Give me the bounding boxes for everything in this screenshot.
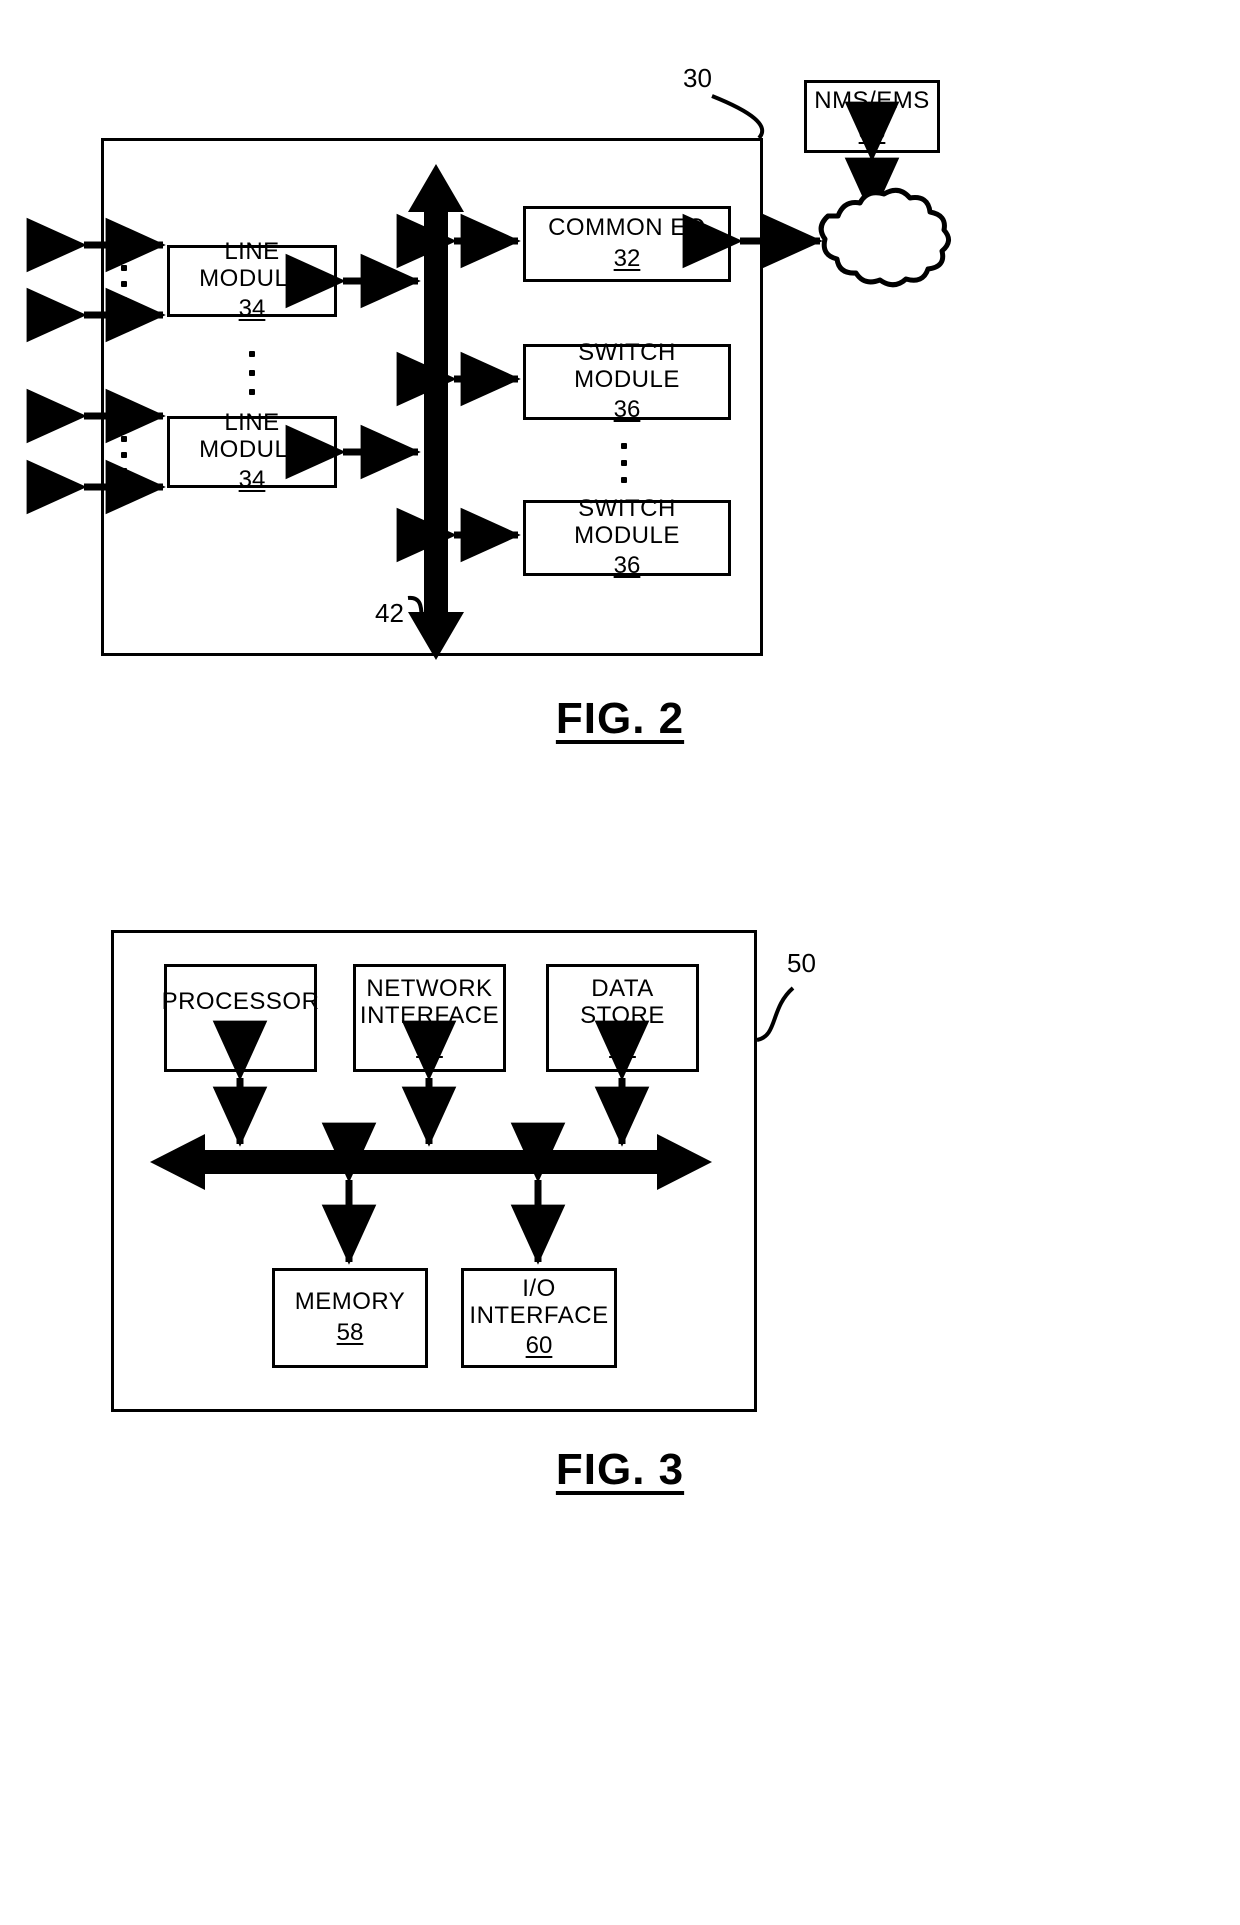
fig3-io-interface-label: I/O INTERFACE — [469, 1274, 609, 1329]
fig2-line-module-1: LINE MODULE 34 — [167, 238, 337, 322]
fig3-memory-num: 58 — [336, 1319, 364, 1346]
fig2-switch-module-2: SWITCH MODULE 36 — [523, 495, 731, 579]
fig3-data-store: DATA STORE 56 — [546, 964, 699, 1072]
fig2-ellipsis-line-ports-2 — [120, 436, 127, 474]
fig2-ellipsis-between-line-modules — [248, 351, 256, 395]
fig2-line-module-1-num: 34 — [238, 295, 266, 323]
fig2-common-eq-label: COMMON EQ — [548, 214, 706, 242]
fig3-processor-num: 50 — [227, 1019, 254, 1046]
fig2-switch-module-2-label: SWITCH MODULE — [574, 494, 680, 549]
fig2-ref-30: 30 — [683, 63, 712, 93]
fig3-network-interface: NETWORK INTERFACE 54 — [353, 964, 506, 1072]
fig3-memory: MEMORY 58 — [272, 1268, 428, 1368]
fig2-caption: FIG. 2 — [555, 694, 685, 743]
fig3-caption: FIG. 3 — [555, 1445, 685, 1494]
fig3-network-interface-num: 54 — [416, 1032, 443, 1060]
fig3-ref-50: 50 — [787, 948, 816, 978]
fig2-ellipsis-line-ports-1 — [120, 265, 127, 303]
fig3-processor: PROCESSOR 50 — [161, 964, 320, 1072]
figure-2: 30 42 LINE MODULE 34 LINE MODULE 34 COMM… — [0, 0, 1240, 800]
fig3-io-interface-num: 60 — [525, 1332, 553, 1360]
fig3-leader-50 — [756, 986, 795, 1042]
fig2-line-module-1-label: LINE MODULE — [199, 237, 305, 292]
fig2-switch-module-2-num: 36 — [613, 552, 641, 580]
fig3-data-store-num: 56 — [609, 1032, 636, 1060]
figure-3: 50 PROCESSOR 50 NETWORK INTERFACE 54 DAT… — [0, 900, 1240, 1600]
fig2-switch-module-1-label: SWITCH MODULE — [574, 338, 680, 393]
fig2-leader-30 — [711, 94, 765, 140]
fig2-ref-42: 42 — [375, 598, 404, 628]
fig3-io-interface: I/O INTERFACE 60 — [461, 1268, 617, 1368]
fig2-switch-module-1-num: 36 — [613, 396, 641, 424]
fig3-memory-label: MEMORY — [294, 1288, 406, 1316]
fig2-line-module-2-label: LINE MODULE — [199, 408, 305, 463]
fig2-nms-ems-num: 38 — [858, 117, 886, 145]
fig2-nms-ems: NMS/EMS 38 — [804, 80, 940, 153]
fig2-common-eq: COMMON EQ 32 — [523, 206, 731, 282]
fig2-common-eq-num: 32 — [613, 245, 641, 272]
fig2-line-module-2-num: 34 — [238, 466, 266, 494]
fig3-data-store-label: DATA STORE — [580, 974, 665, 1029]
fig2-ellipsis-between-switch-modules — [620, 443, 628, 483]
fig2-cloud-label: 40 — [861, 226, 889, 254]
fig3-processor-label: PROCESSOR — [161, 988, 320, 1016]
fig2-switch-module-1: SWITCH MODULE 36 — [523, 339, 731, 423]
fig2-nms-ems-label: NMS/EMS — [814, 86, 930, 114]
fig2-line-module-2: LINE MODULE 34 — [167, 409, 337, 493]
fig3-network-interface-label: NETWORK INTERFACE — [359, 974, 500, 1029]
